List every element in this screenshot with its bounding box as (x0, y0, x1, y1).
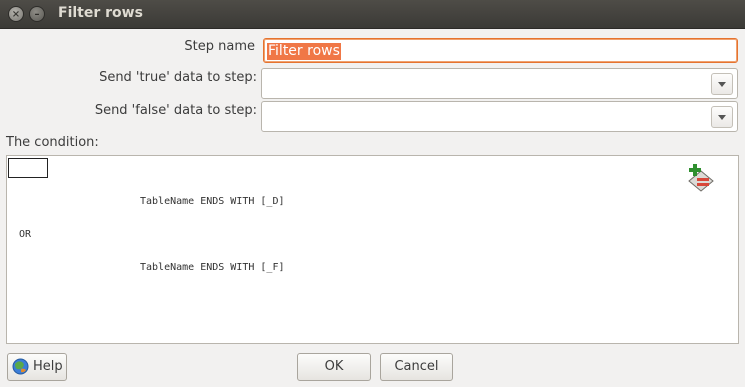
true-step-combo[interactable] (261, 68, 738, 99)
condition-line[interactable]: TableName ENDS WITH [_F] (140, 262, 285, 273)
minimize-icon[interactable]: – (29, 6, 45, 22)
ok-button[interactable]: OK (297, 353, 371, 381)
true-step-label: Send 'true' data to step: (99, 70, 257, 85)
negate-toggle[interactable] (8, 158, 48, 178)
help-label: Help (33, 359, 63, 374)
false-step-combo[interactable] (261, 101, 738, 132)
window-title: Filter rows (58, 5, 143, 21)
cancel-button[interactable]: Cancel (380, 353, 453, 381)
help-button[interactable]: Help (7, 353, 67, 381)
close-icon[interactable]: × (8, 6, 24, 22)
step-name-input[interactable]: Filter rows (263, 38, 738, 63)
condition-label: The condition: (6, 135, 99, 150)
false-step-label: Send 'false' data to step: (94, 103, 257, 118)
help-icon (12, 358, 29, 375)
chevron-down-icon[interactable] (711, 106, 733, 128)
condition-editor[interactable]: TableName ENDS WITH [_D] OR TableName EN… (6, 155, 739, 344)
step-name-value: Filter rows (267, 43, 341, 60)
add-condition-icon[interactable] (687, 164, 717, 192)
step-name-label: Step name (184, 39, 255, 54)
condition-line[interactable]: TableName ENDS WITH [_D] (140, 196, 285, 207)
condition-operator[interactable]: OR (19, 229, 31, 240)
chevron-down-icon[interactable] (711, 73, 733, 95)
title-bar: × – Filter rows (0, 0, 745, 29)
